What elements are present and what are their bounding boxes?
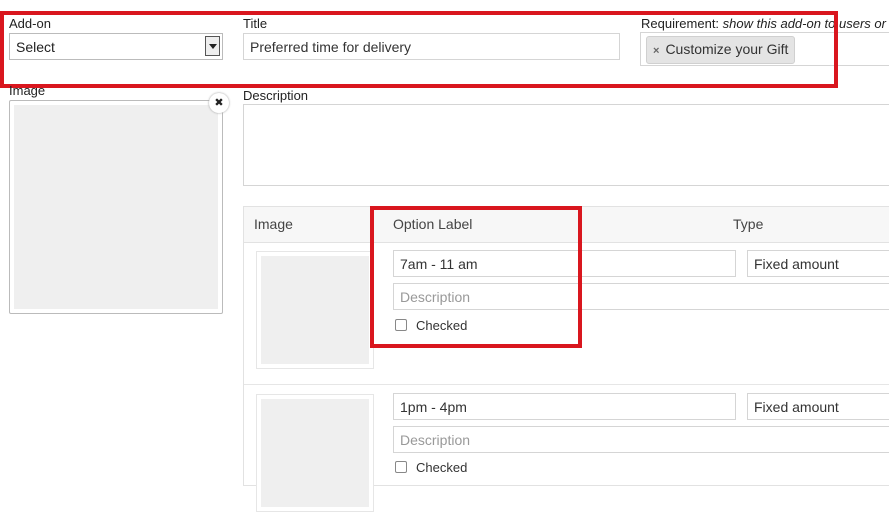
highlight-box-top [0, 11, 838, 88]
option-type-select-1[interactable]: Fixed amount [747, 250, 889, 277]
option-type-value-1: Fixed amount [754, 256, 839, 272]
description-textarea[interactable] [243, 104, 889, 186]
option-type-select-2[interactable]: Fixed amount [747, 393, 889, 420]
option-label-input-2[interactable]: 1pm - 4pm [393, 393, 736, 420]
option-description-input-2[interactable]: Description [393, 426, 889, 453]
option-checked-checkbox-2[interactable] [395, 461, 407, 473]
option-image-placeholder [261, 256, 369, 364]
image-dropzone[interactable] [9, 100, 223, 314]
option-image-placeholder [261, 399, 369, 507]
option-image-1[interactable] [256, 251, 374, 369]
description-label: Description [243, 88, 309, 103]
option-image-2[interactable] [256, 394, 374, 512]
option-description-placeholder-2: Description [400, 432, 471, 448]
row-divider [244, 384, 889, 385]
option-type-value-2: Fixed amount [754, 399, 839, 415]
header-type: Type [733, 216, 764, 232]
option-checked-label-2: Checked [416, 460, 468, 475]
remove-image-icon[interactable]: ✖ [209, 93, 229, 113]
option-label-value-2: 1pm - 4pm [400, 399, 467, 415]
image-label: Image [9, 83, 46, 98]
highlight-box-option [370, 206, 582, 348]
header-image: Image [254, 216, 293, 232]
image-placeholder [14, 105, 218, 309]
